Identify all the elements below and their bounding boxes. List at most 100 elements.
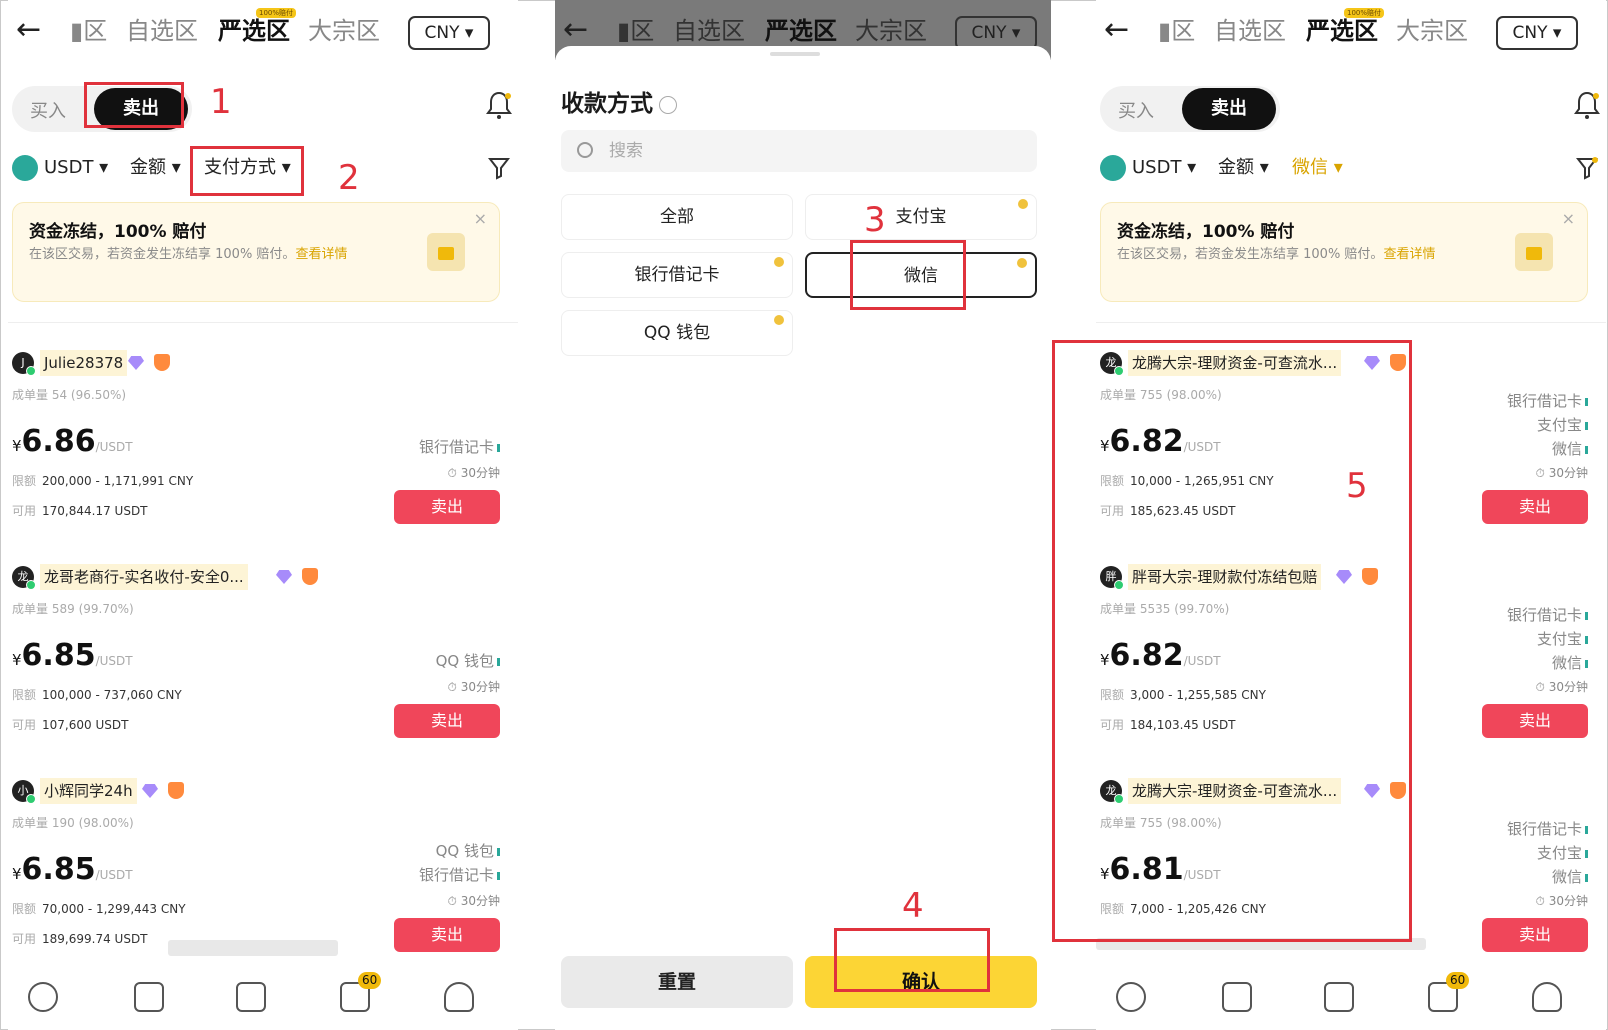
- tab-bulk-zone[interactable]: 大宗区: [1396, 16, 1468, 46]
- sell-tab[interactable]: 卖出: [94, 88, 188, 130]
- currency-select[interactable]: CNY ▾: [408, 16, 490, 50]
- step-number: 2: [338, 158, 360, 198]
- available: 可用 185,623.45 USDT: [1100, 504, 1236, 518]
- back-arrow-icon: ←: [563, 12, 589, 47]
- tab-selected-zone[interactable]: 严选区: [218, 16, 290, 46]
- tab-partial[interactable]: ▮区: [70, 16, 107, 46]
- sell-button[interactable]: 卖出: [394, 490, 500, 524]
- currency-select[interactable]: CNY ▾: [1496, 16, 1578, 50]
- funnel-icon[interactable]: [1576, 156, 1598, 180]
- ad-card: 胖 胖哥大宗-理财款付冻结包赔 成单量 5535 (99.70%) ¥6.82/…: [1100, 564, 1592, 776]
- tab-watchlist[interactable]: 自选区: [126, 16, 198, 46]
- order-count: 成单量 54 (96.50%): [12, 388, 127, 402]
- avatar[interactable]: 小: [12, 780, 36, 804]
- payment-filter[interactable]: 支付方式 ▾: [204, 150, 291, 186]
- tab-watchlist[interactable]: 自选区: [1214, 16, 1286, 46]
- buy-tab[interactable]: 买入: [1118, 97, 1154, 123]
- avatar[interactable]: J: [12, 352, 36, 376]
- sell-button[interactable]: 卖出: [1482, 704, 1588, 738]
- merchant-name[interactable]: 龙腾大宗-理财资金-可查流水...: [1128, 778, 1342, 804]
- limit: 限额 100,000 - 737,060 CNY: [12, 688, 182, 702]
- reset-button[interactable]: 重置: [561, 956, 793, 1008]
- back-arrow-icon[interactable]: ←: [1104, 14, 1129, 46]
- search-input[interactable]: 搜索: [561, 130, 1037, 172]
- profile-icon[interactable]: [444, 982, 474, 1012]
- profile-icon[interactable]: [1532, 982, 1562, 1012]
- time-limit: ⏱ 30分钟: [1535, 466, 1588, 480]
- shield-icon: [1362, 568, 1378, 585]
- orders-icon[interactable]: [134, 982, 164, 1012]
- avatar[interactable]: 龙: [1100, 352, 1124, 376]
- buy-sell-toggle: 买入 卖出: [12, 86, 192, 132]
- megaphone-icon[interactable]: [1324, 982, 1354, 1012]
- funnel-icon[interactable]: [488, 156, 510, 180]
- banner-link[interactable]: 查看详情: [295, 247, 347, 262]
- tab-partial: ▮区: [617, 17, 655, 45]
- bell-icon[interactable]: [1574, 90, 1600, 120]
- amount-filter[interactable]: 金额 ▾: [130, 150, 181, 186]
- amount-filter[interactable]: 金额 ▾: [1218, 150, 1269, 186]
- sell-tab[interactable]: 卖出: [1182, 88, 1276, 130]
- sell-button[interactable]: 卖出: [1482, 490, 1588, 524]
- available: 可用 107,600 USDT: [12, 718, 129, 732]
- banner-desc: 在该区交易，若资金发生冻结享 100% 赔付。查看详情: [29, 245, 409, 265]
- back-arrow-icon[interactable]: ←: [16, 14, 41, 46]
- tab-partial[interactable]: ▮区: [1158, 16, 1195, 46]
- option-qq-wallet[interactable]: QQ 钱包: [561, 310, 793, 356]
- banner-link[interactable]: 查看详情: [1383, 247, 1435, 262]
- option-wechat[interactable]: 微信: [805, 252, 1037, 298]
- sheet-actions: 重置 确认: [555, 920, 1051, 1030]
- merchant-name[interactable]: 龙哥老商行-实名收付-安全0...: [40, 564, 248, 590]
- megaphone-icon[interactable]: [236, 982, 266, 1012]
- filter-bar: USDT ▾ 金额 ▾ 微信 ▾: [1100, 150, 1606, 186]
- payment-method: 支付宝: [1537, 628, 1588, 649]
- sell-button[interactable]: 卖出: [394, 918, 500, 952]
- avatar[interactable]: 胖: [1100, 566, 1124, 590]
- merchant-name[interactable]: 龙腾大宗-理财资金-可查流水...: [1128, 350, 1342, 376]
- merchant-name[interactable]: 胖哥大宗-理财款付冻结包赔: [1128, 564, 1322, 590]
- ad-card: 龙 龙腾大宗-理财资金-可查流水... 成单量 755 (98.00%) ¥6.…: [1100, 778, 1592, 990]
- avatar[interactable]: 龙: [1100, 780, 1124, 804]
- usdt-coin-icon: [1100, 155, 1126, 181]
- sell-button[interactable]: 卖出: [394, 704, 500, 738]
- step-number: 1: [210, 82, 232, 122]
- payment-method: 微信: [1552, 866, 1588, 887]
- diamond-icon: [276, 570, 292, 584]
- payment-filter[interactable]: 微信 ▾: [1292, 150, 1343, 186]
- sell-button[interactable]: 卖出: [1482, 918, 1588, 952]
- tab-bulk-zone[interactable]: 大宗区: [308, 16, 380, 46]
- confirm-button[interactable]: 确认: [805, 956, 1037, 1008]
- guarantee-banner: 资金冻结，100% 赔付 在该区交易，若资金发生冻结享 100% 赔付。查看详情…: [1100, 202, 1588, 302]
- order-count: 成单量 190 (98.00%): [12, 816, 134, 830]
- p2p-icon[interactable]: [28, 982, 58, 1012]
- payment-method: 支付宝: [1537, 842, 1588, 863]
- option-all[interactable]: 全部: [561, 194, 793, 240]
- blurred-region: [168, 940, 338, 956]
- p2p-icon[interactable]: [1116, 982, 1146, 1012]
- close-icon[interactable]: ×: [474, 209, 487, 228]
- payment-method: 银行借记卡: [1507, 604, 1588, 625]
- bell-icon[interactable]: [486, 90, 512, 120]
- orders-icon[interactable]: [1222, 982, 1252, 1012]
- payment-method: 银行借记卡: [1507, 818, 1588, 839]
- merchant-name[interactable]: 小辉同学24h: [40, 778, 137, 804]
- price: ¥6.86/USDT: [12, 424, 133, 459]
- coin-filter[interactable]: USDT ▾: [44, 150, 108, 186]
- avatar[interactable]: 龙: [12, 566, 36, 590]
- merchant-name[interactable]: Julie28378: [40, 350, 128, 376]
- tab-selected-zone[interactable]: 严选区: [1306, 16, 1378, 46]
- payment-method: 银行借记卡: [419, 864, 500, 885]
- coin-filter[interactable]: USDT ▾: [1132, 150, 1196, 186]
- info-icon[interactable]: [659, 95, 677, 114]
- option-bank-card[interactable]: 银行借记卡: [561, 252, 793, 298]
- tab-watchlist: 自选区: [673, 17, 745, 45]
- buy-tab[interactable]: 买入: [30, 97, 66, 123]
- option-alipay[interactable]: 支付宝: [805, 194, 1037, 240]
- sheet-handle[interactable]: [770, 52, 820, 56]
- step-number: 3: [864, 200, 886, 240]
- close-icon[interactable]: ×: [1562, 209, 1575, 228]
- limit: 限额 7,000 - 1,205,426 CNY: [1100, 902, 1266, 916]
- usdt-coin-icon: [12, 155, 38, 181]
- chat-badge: 60: [1446, 972, 1470, 989]
- diamond-icon: [1336, 570, 1352, 584]
